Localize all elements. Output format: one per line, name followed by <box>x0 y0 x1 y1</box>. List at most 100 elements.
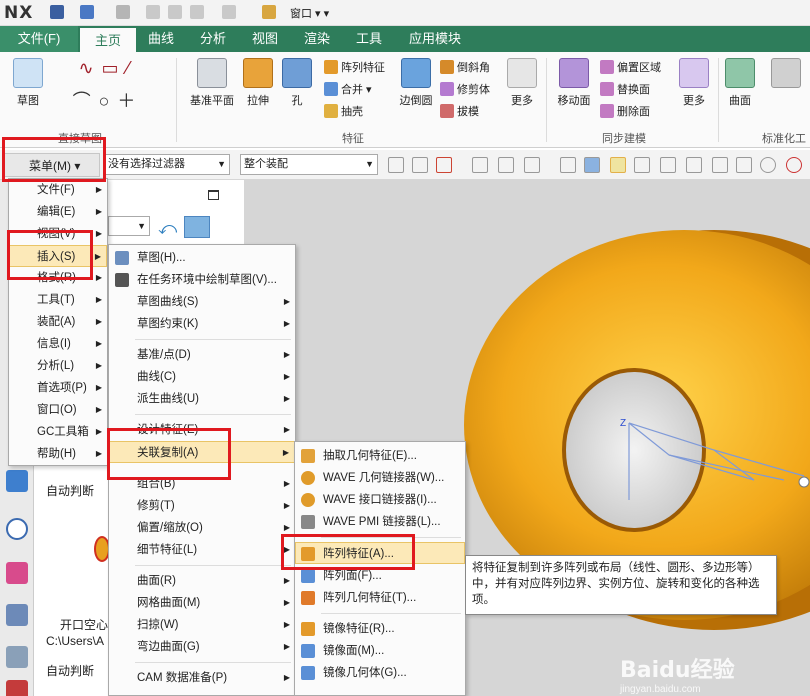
scope-combo[interactable]: 整个装配 ▼ <box>240 154 378 175</box>
snap-icon[interactable] <box>560 157 576 173</box>
menu-item-tools[interactable]: 工具(T) ▶ <box>9 289 107 311</box>
sketch-button[interactable]: 草图 <box>8 58 48 108</box>
menu-item-mirror-geometry[interactable]: 镜像几何体(G)... <box>295 662 465 684</box>
menu-item-help[interactable]: 帮助(H) ▶ <box>9 443 107 465</box>
snap-quadrant-icon[interactable] <box>786 157 802 173</box>
snap-midpoint-icon[interactable] <box>660 157 676 173</box>
chamfer-button[interactable]: 倒斜角 <box>440 58 490 78</box>
menu-item-mesh-surface[interactable]: 网格曲面(M) ▶ <box>109 592 295 614</box>
tab-render[interactable]: 渲染 <box>294 26 340 52</box>
menu-item-surface[interactable]: 曲面(R) ▶ <box>109 570 295 592</box>
more-sync-button[interactable]: 更多 <box>676 58 712 108</box>
maximize-icon[interactable] <box>208 190 219 200</box>
paste-icon[interactable] <box>190 5 204 19</box>
tab-home[interactable]: 主页 <box>80 26 136 52</box>
history-icon[interactable] <box>6 518 28 540</box>
cut-icon[interactable] <box>146 5 160 19</box>
offset-region-button[interactable]: 偏置区域 <box>600 58 661 78</box>
snap-tangent-icon[interactable] <box>736 157 752 173</box>
tab-tools[interactable]: 工具 <box>346 26 392 52</box>
extrude-button[interactable]: 拉伸 <box>240 58 276 108</box>
menu-item-sketch-constraint[interactable]: 草图约束(K) ▶ <box>109 313 295 335</box>
image-icon[interactable] <box>184 216 210 238</box>
menu-item-file[interactable]: 文件(F) ▶ <box>9 179 107 201</box>
menu-item-sketch[interactable]: 草图(H)... <box>109 247 295 269</box>
save-icon[interactable] <box>50 5 64 19</box>
snap-point-icon[interactable] <box>610 157 626 173</box>
box-select-icon[interactable] <box>524 157 540 173</box>
menu-item-gc-toolbox[interactable]: GC工具箱 ▶ <box>9 421 107 443</box>
menu-item-datum-point[interactable]: 基准/点(D) ▶ <box>109 344 295 366</box>
snap-center-icon[interactable] <box>760 157 776 173</box>
back-arrow-icon[interactable]: ⤺ <box>158 218 177 239</box>
menu-item-window[interactable]: 窗口(O) ▶ <box>9 399 107 421</box>
hole-button[interactable]: 孔 <box>280 58 314 108</box>
menu-item-assembly[interactable]: 装配(A) ▶ <box>9 311 107 333</box>
redo-icon[interactable] <box>116 5 130 19</box>
sketch-curve-tools[interactable]: ∿▭⁄ ⌒○＋ <box>58 58 158 113</box>
menu-item-derived-curve[interactable]: 派生曲线(U) ▶ <box>109 388 295 410</box>
more-features-button[interactable]: 更多 <box>504 58 540 108</box>
menu-item-trim[interactable]: 修剪(T) ▶ <box>109 495 295 517</box>
draft-button[interactable]: 拔模 <box>440 102 479 122</box>
snap-icon[interactable] <box>388 157 404 173</box>
menu-item-wave-pmi-linker[interactable]: WAVE PMI 链接器(L)... <box>295 511 465 533</box>
menu-item-offset-scale[interactable]: 偏置/缩放(O) ▶ <box>109 517 295 539</box>
edge-blend-button[interactable]: 边倒圆 <box>396 58 436 108</box>
snap-icon[interactable] <box>498 157 514 173</box>
menu-item-information[interactable]: 信息(I) ▶ <box>9 333 107 355</box>
trim-body-button[interactable]: 修剪体 <box>440 80 490 100</box>
browser-icon[interactable] <box>6 470 28 492</box>
menu-item-wave-geometry-linker[interactable]: WAVE 几何链接器(W)... <box>295 467 465 489</box>
touch-mode-icon[interactable] <box>262 5 276 19</box>
tab-file[interactable]: 文件(F) <box>0 26 78 52</box>
tab-curve[interactable]: 曲线 <box>138 26 184 52</box>
replace-face-button[interactable]: 替换面 <box>600 80 650 100</box>
system-tools-icon[interactable] <box>6 646 28 668</box>
menu-item-cam-data-prep[interactable]: CAM 数据准备(P) ▶ <box>109 667 295 689</box>
menu-item-detail-feature[interactable]: 细节特征(L) ▶ <box>109 539 295 561</box>
part-hole[interactable] <box>562 368 706 532</box>
snap-line-icon[interactable] <box>634 157 650 173</box>
menu-item-mirror-feature[interactable]: 镜像特征(R)... <box>295 618 465 640</box>
menu-item-pattern-geometry[interactable]: 阵列几何特征(T)... <box>295 587 465 609</box>
file-name[interactable]: 开口空心 <box>60 616 108 633</box>
window-menu[interactable]: 窗口 ▾ ▾ <box>290 5 329 21</box>
handle-icon[interactable] <box>798 476 810 488</box>
menu-item-sweep[interactable]: 扫掠(W) ▶ <box>109 614 295 636</box>
tab-application[interactable]: 应用模块 <box>400 26 470 52</box>
standard-parts-icons[interactable] <box>766 58 806 92</box>
menu-item-extract-geometry[interactable]: 抽取几何特征(E)... <box>295 445 465 467</box>
roles-icon[interactable] <box>6 604 28 626</box>
shell-button[interactable]: 抽壳 <box>324 102 363 122</box>
reuse-library-icon[interactable] <box>6 680 28 696</box>
unite-button[interactable]: 合并 ▾ <box>324 80 372 100</box>
copy-icon[interactable] <box>168 5 182 19</box>
menu-item-curve[interactable]: 曲线(C) ▶ <box>109 366 295 388</box>
delete-face-button[interactable]: 删除面 <box>600 102 650 122</box>
menu-item-flange-surface[interactable]: 弯边曲面(G) ▶ <box>109 636 295 658</box>
tab-analysis[interactable]: 分析 <box>190 26 236 52</box>
surface-button[interactable]: 曲面 <box>722 58 758 108</box>
selection-intent-icon[interactable] <box>436 157 452 173</box>
snap-control-icon[interactable] <box>686 157 702 173</box>
panel-dropdown[interactable]: ▼ <box>108 216 150 236</box>
snap-icon[interactable] <box>412 157 428 173</box>
pattern-feature-button[interactable]: 阵列特征 <box>324 58 385 78</box>
palette-icon[interactable] <box>6 562 28 584</box>
snap-icon[interactable] <box>472 157 488 173</box>
filter-combo[interactable]: 没有选择过滤器 ▼ <box>104 154 230 175</box>
move-face-button[interactable]: 移动面 <box>554 58 594 108</box>
menu-item-sketch-in-task[interactable]: 在任务环境中绘制草图(V)... <box>109 269 295 291</box>
menu-item-preferences[interactable]: 首选项(P) ▶ <box>9 377 107 399</box>
undo-icon[interactable] <box>80 5 94 19</box>
repeat-command-icon[interactable] <box>222 5 236 19</box>
menu-item-analysis[interactable]: 分析(L) ▶ <box>9 355 107 377</box>
menu-item-wave-interface-linker[interactable]: WAVE 接口链接器(I)... <box>295 489 465 511</box>
snap-icon[interactable] <box>584 157 600 173</box>
tab-view[interactable]: 视图 <box>242 26 288 52</box>
snap-intersection-icon[interactable] <box>712 157 728 173</box>
datum-plane-button[interactable]: 基准平面 <box>186 58 238 108</box>
menu-item-edit[interactable]: 编辑(E) ▶ <box>9 201 107 223</box>
menu-item-sketch-curve[interactable]: 草图曲线(S) ▶ <box>109 291 295 313</box>
